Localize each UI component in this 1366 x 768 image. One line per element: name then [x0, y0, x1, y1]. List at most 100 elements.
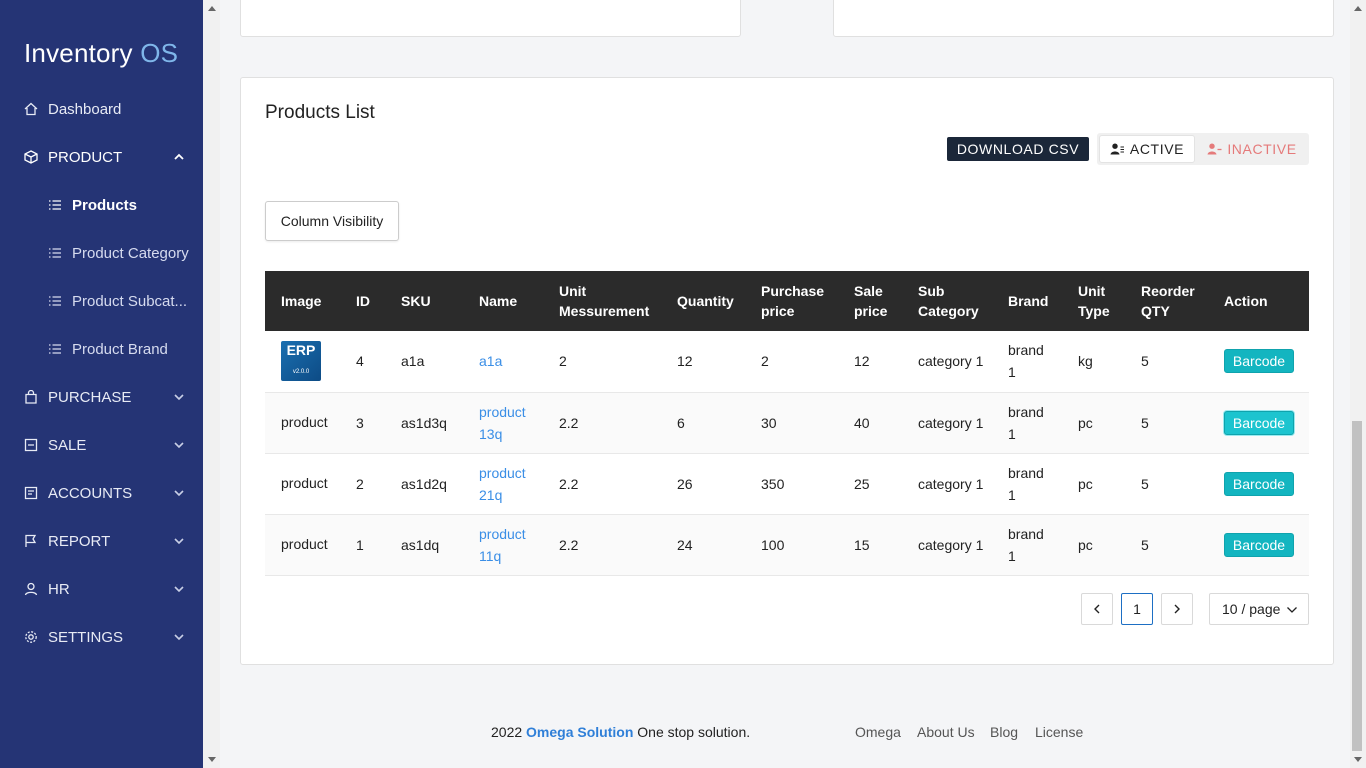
col-unit-measurement[interactable]: Unit Messurement	[543, 271, 661, 331]
sidebar-item-label: SETTINGS	[48, 628, 124, 646]
cell-unit: 2.2	[543, 392, 661, 454]
cell-reorder: 5	[1125, 453, 1208, 515]
cell-sku: a1a	[385, 331, 463, 393]
scroll-up-arrow[interactable]	[1354, 6, 1362, 11]
sidebar-item-settings[interactable]: SETTINGS	[0, 613, 203, 661]
sidebar-item-product-brand[interactable]: Product Brand	[0, 325, 203, 373]
scroll-down-arrow[interactable]	[1354, 757, 1362, 762]
cell-quantity: 26	[661, 453, 745, 515]
footer-link-license[interactable]: License	[1035, 724, 1083, 740]
inactive-toggle-button[interactable]: INACTIVE	[1197, 135, 1307, 163]
shopping-bag-icon	[25, 390, 37, 404]
footer-tagline: One stop solution.	[637, 724, 751, 740]
sidebar-item-report[interactable]: REPORT	[0, 517, 203, 565]
footer-year: 2022	[491, 724, 523, 740]
sidebar-item-label: Products	[72, 196, 138, 214]
sidebar: Inventory OS Dashboard PRODUCT Products …	[0, 0, 203, 768]
cell-subcategory: category 1	[902, 453, 992, 515]
product-image-broken[interactable]: product	[281, 534, 328, 555]
chevron-left-icon	[1094, 604, 1100, 614]
barcode-button[interactable]: Barcode	[1224, 471, 1294, 496]
barcode-button[interactable]: Barcode	[1224, 410, 1294, 435]
col-reorder-qty[interactable]: Reorder QTY	[1125, 271, 1208, 331]
product-name-link[interactable]: product 13q	[479, 404, 526, 442]
cell-reorder: 5	[1125, 514, 1208, 576]
col-quantity[interactable]: Quantity	[661, 271, 745, 331]
product-name-link[interactable]: a1a	[479, 353, 502, 369]
product-image-broken[interactable]: product	[281, 473, 328, 494]
column-visibility-button[interactable]: Column Visibility	[265, 201, 399, 241]
user-check-icon	[1110, 143, 1124, 155]
footer-copyright: 2022 Omega Solution One stop solution.	[491, 724, 750, 740]
col-sale-price[interactable]: Sale price	[838, 271, 902, 331]
page-scrollbar[interactable]	[1350, 0, 1366, 768]
app-logo[interactable]: Inventory OS	[24, 38, 178, 69]
sidebar-item-product[interactable]: PRODUCT	[0, 133, 203, 181]
user-minus-icon	[1207, 143, 1222, 155]
chevron-right-icon	[1174, 604, 1180, 614]
prev-page-button[interactable]	[1081, 593, 1113, 625]
col-sub-category[interactable]: Sub Category	[902, 271, 992, 331]
footer-link-blog[interactable]: Blog	[990, 724, 1018, 740]
sidebar-item-label: ACCOUNTS	[48, 484, 133, 502]
products-table: Image ID SKU Name Unit Messurement Quant…	[265, 271, 1309, 576]
product-image-broken[interactable]: product	[281, 412, 328, 433]
col-id[interactable]: ID	[340, 271, 385, 331]
sidebar-item-sale[interactable]: SALE	[0, 421, 203, 469]
sidebar-item-product-category[interactable]: Product Category	[0, 229, 203, 277]
footer-company-link[interactable]: Omega Solution	[526, 724, 633, 740]
scroll-thumb[interactable]	[1352, 421, 1362, 751]
sidebar-item-hr[interactable]: HR	[0, 565, 203, 613]
next-page-button[interactable]	[1161, 593, 1193, 625]
download-csv-button[interactable]: DOWNLOAD CSV	[947, 137, 1089, 161]
cell-sale-price: 40	[838, 392, 902, 454]
cell-sku: as1d2q	[385, 453, 463, 515]
product-image[interactable]: ERP v2.0.0	[281, 341, 321, 382]
cell-purchase-price: 2	[745, 331, 838, 393]
sidebar-item-label: SALE	[48, 436, 87, 454]
page-size-select[interactable]: 10 / page	[1209, 593, 1309, 625]
barcode-button[interactable]: Barcode	[1224, 349, 1294, 374]
col-sku[interactable]: SKU	[385, 271, 463, 331]
product-name-link[interactable]: product 21q	[479, 465, 526, 503]
list-icon	[49, 344, 61, 354]
cell-brand: brand 1	[992, 392, 1062, 454]
sidebar-item-label: PURCHASE	[48, 388, 132, 406]
page-size-value: 10 / page	[1222, 601, 1281, 617]
status-toggle: ACTIVE INACTIVE	[1097, 133, 1309, 165]
sidebar-item-dashboard[interactable]: Dashboard	[0, 85, 203, 133]
box-icon	[24, 150, 38, 164]
cell-unit: 2.2	[543, 453, 661, 515]
flag-icon	[25, 534, 37, 547]
page-number-button[interactable]: 1	[1121, 593, 1153, 625]
inner-scrollbar[interactable]	[203, 0, 220, 768]
sidebar-item-label: Product Brand	[72, 340, 168, 358]
cell-purchase-price: 100	[745, 514, 838, 576]
col-action[interactable]: Action	[1208, 271, 1309, 331]
chevron-down-icon	[174, 394, 184, 401]
list-icon	[49, 248, 61, 258]
sidebar-item-product-subcategory[interactable]: Product Subcat...	[0, 277, 203, 325]
footer-link-omega[interactable]: Omega	[855, 724, 901, 740]
cell-unit-type: pc	[1062, 514, 1125, 576]
col-image[interactable]: Image	[265, 271, 340, 331]
sidebar-item-accounts[interactable]: ACCOUNTS	[0, 469, 203, 517]
barcode-button[interactable]: Barcode	[1224, 532, 1294, 557]
col-brand[interactable]: Brand	[992, 271, 1062, 331]
sidebar-item-label: HR	[48, 580, 70, 598]
sidebar-item-products[interactable]: Products	[0, 181, 203, 229]
cell-reorder: 5	[1125, 331, 1208, 393]
active-toggle-button[interactable]: ACTIVE	[1099, 135, 1195, 163]
chevron-down-icon	[174, 586, 184, 593]
col-unit-type[interactable]: Unit Type	[1062, 271, 1125, 331]
sidebar-item-purchase[interactable]: PURCHASE	[0, 373, 203, 421]
sidebar-item-label: REPORT	[48, 532, 111, 550]
col-name[interactable]: Name	[463, 271, 543, 331]
footer-link-about[interactable]: About Us	[917, 724, 975, 740]
cell-id: 1	[340, 514, 385, 576]
cell-brand: brand 1	[992, 514, 1062, 576]
col-purchase-price[interactable]: Purchase price	[745, 271, 838, 331]
product-name-link[interactable]: product 11q	[479, 526, 526, 564]
cell-sale-price: 12	[838, 331, 902, 393]
user-icon	[24, 582, 38, 596]
